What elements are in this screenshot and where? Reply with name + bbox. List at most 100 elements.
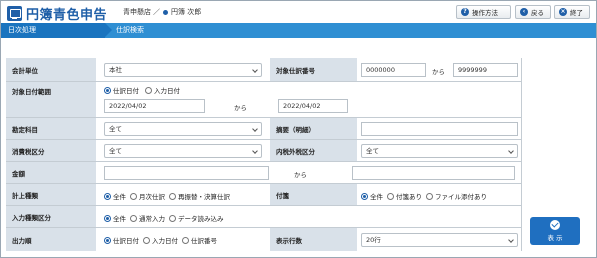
radio-journal-date[interactable]: 仕訳日付 xyxy=(104,85,139,95)
row-account: 勘定科目 全て 摘要（明細） xyxy=(6,118,521,140)
store-name: 青申懸店 xyxy=(123,8,151,16)
radio-entry-monthly-label: 月次仕訳 xyxy=(139,193,165,201)
chevron-down-icon xyxy=(252,126,258,132)
radio-sort-input-date-label: 入力日付 xyxy=(152,237,178,245)
amount-from-input[interactable] xyxy=(104,166,269,180)
radio-dot-icon xyxy=(104,214,111,222)
radio-dot-icon xyxy=(104,236,111,244)
row-sort-order: 出力順 仕訳日付 入力日付 仕訳番号 表示行数 20行 xyxy=(6,228,521,251)
monitor-icon xyxy=(7,6,22,21)
radio-input-normal-label: 通常入力 xyxy=(139,215,165,223)
radio-dot-icon xyxy=(169,192,176,200)
row-entry-type: 計上種類 全件 月次仕訳 再振替・決算仕訳 付箋 全件 付箋あり ファイル添付あ… xyxy=(6,184,521,206)
help-button[interactable]: ? 操作方法 xyxy=(456,5,511,19)
close-button[interactable]: × 終了 xyxy=(554,5,590,19)
consumption-tax-select[interactable]: 全て xyxy=(104,144,262,158)
account-cell: 全て xyxy=(96,118,270,139)
journal-number-sep: から xyxy=(432,68,445,76)
radio-dot-icon xyxy=(182,236,189,244)
input-type-label: 入力種類区分 xyxy=(6,206,96,227)
chevron-down-icon xyxy=(252,148,258,154)
breadcrumb-parent[interactable]: 日次処理 xyxy=(1,23,112,38)
amount-to-input[interactable] xyxy=(352,166,515,180)
radio-sort-journal-date-label: 仕訳日付 xyxy=(113,237,139,245)
radio-input-all-label: 全件 xyxy=(113,215,126,223)
radio-sort-journal-date[interactable]: 仕訳日付 xyxy=(104,235,139,245)
input-type-radios: 全件 通常入力 データ読み込み xyxy=(104,213,224,223)
radio-entry-closing-label: 再振替・決算仕訳 xyxy=(178,193,230,201)
sort-order-cell: 仕訳日付 入力日付 仕訳番号 xyxy=(96,228,270,251)
accounting-unit-cell: 本社 xyxy=(96,58,270,81)
attachment-label: 付箋 xyxy=(270,184,357,205)
radio-dot-icon xyxy=(145,86,152,94)
memo-cell xyxy=(357,118,521,139)
accounting-unit-select[interactable]: 本社 xyxy=(104,63,262,77)
account-value: 全て xyxy=(109,125,122,133)
question-icon: ? xyxy=(461,8,469,16)
entry-type-label: 計上種類 xyxy=(6,184,96,205)
consumption-tax-label: 消費税区分 xyxy=(6,140,96,161)
app-logo: 円簿青色申告 xyxy=(7,4,107,23)
radio-input-import[interactable]: データ読み込み xyxy=(169,213,224,223)
row-accounting-unit: 会計単位 本社 対象仕訳番号 0000000 から 9999999 xyxy=(6,58,521,82)
account-label: 勘定科目 xyxy=(6,118,96,139)
radio-entry-monthly[interactable]: 月次仕訳 xyxy=(130,191,165,201)
account-select[interactable]: 全て xyxy=(104,122,262,136)
radio-dot-icon xyxy=(104,192,111,200)
tax-inclusive-value: 全て xyxy=(366,147,379,155)
journal-number-from[interactable]: 0000000 xyxy=(361,63,426,77)
back-label: 戻る xyxy=(531,9,544,17)
help-label: 操作方法 xyxy=(472,9,498,17)
radio-attach-file[interactable]: ファイル添付あり xyxy=(426,191,487,201)
sort-order-radios: 仕訳日付 入力日付 仕訳番号 xyxy=(104,235,217,245)
back-button[interactable]: ‹ 戻る xyxy=(515,5,551,19)
consumption-tax-value: 全て xyxy=(109,147,122,155)
radio-dot-icon xyxy=(361,192,368,200)
amount-sep: から xyxy=(294,171,307,179)
radio-attach-all[interactable]: 全件 xyxy=(361,191,383,201)
radio-attach-sticky[interactable]: 付箋あり xyxy=(387,191,422,201)
memo-input[interactable] xyxy=(361,122,518,136)
separator: ／ xyxy=(153,8,160,16)
date-to-input[interactable]: 2022/04/02 xyxy=(278,99,348,113)
sort-order-label: 出力順 xyxy=(6,228,96,251)
radio-sort-input-date[interactable]: 入力日付 xyxy=(143,235,178,245)
radio-dot-icon xyxy=(169,214,176,222)
user-dot-icon xyxy=(163,9,168,15)
radio-attach-sticky-label: 付箋あり xyxy=(396,193,422,201)
radio-dot-icon xyxy=(104,86,111,94)
row-amount: 金額 から xyxy=(6,162,521,184)
tax-inclusive-select[interactable]: 全て xyxy=(361,144,518,158)
radio-input-import-label: データ読み込み xyxy=(178,215,224,223)
radio-sort-number[interactable]: 仕訳番号 xyxy=(182,235,217,245)
close-label: 終了 xyxy=(570,9,583,17)
radio-input-all[interactable]: 全件 xyxy=(104,213,126,223)
amount-label: 金額 xyxy=(6,162,96,183)
breadcrumb: 日次処理 仕訳検索 xyxy=(1,23,596,38)
tax-inclusive-cell: 全て xyxy=(357,140,521,161)
entry-type-radios: 全件 月次仕訳 再振替・決算仕訳 xyxy=(104,191,230,201)
date-range-label: 対象日付範囲 xyxy=(6,82,96,117)
radio-entry-closing[interactable]: 再振替・決算仕訳 xyxy=(169,191,230,201)
accounting-unit-value: 本社 xyxy=(109,66,122,74)
breadcrumb-current: 仕訳検索 xyxy=(116,26,144,34)
radio-entry-all-label: 全件 xyxy=(113,193,126,201)
radio-dot-icon xyxy=(130,192,137,200)
journal-number-to[interactable]: 9999999 xyxy=(453,63,518,77)
chevron-down-icon xyxy=(508,237,514,243)
journal-number-label: 対象仕訳番号 xyxy=(270,58,357,81)
chevron-down-icon xyxy=(508,148,514,154)
radio-dot-icon xyxy=(387,192,394,200)
show-button[interactable]: 表 示 xyxy=(530,217,580,245)
date-from-input[interactable]: 2022/04/02 xyxy=(104,99,205,113)
attachment-radios: 全件 付箋あり ファイル添付あり xyxy=(361,191,487,201)
close-icon: × xyxy=(559,8,567,16)
row-count-select[interactable]: 20行 xyxy=(361,233,518,247)
radio-input-normal[interactable]: 通常入力 xyxy=(130,213,165,223)
radio-input-date[interactable]: 入力日付 xyxy=(145,85,180,95)
radio-entry-all[interactable]: 全件 xyxy=(104,191,126,201)
chevron-down-icon xyxy=(252,67,258,73)
row-date-range: 対象日付範囲 仕訳日付 入力日付 2022/04/02 から 2022/04/0… xyxy=(6,82,521,118)
radio-journal-date-label: 仕訳日付 xyxy=(113,87,139,95)
attachment-cell: 全件 付箋あり ファイル添付あり xyxy=(357,184,521,205)
